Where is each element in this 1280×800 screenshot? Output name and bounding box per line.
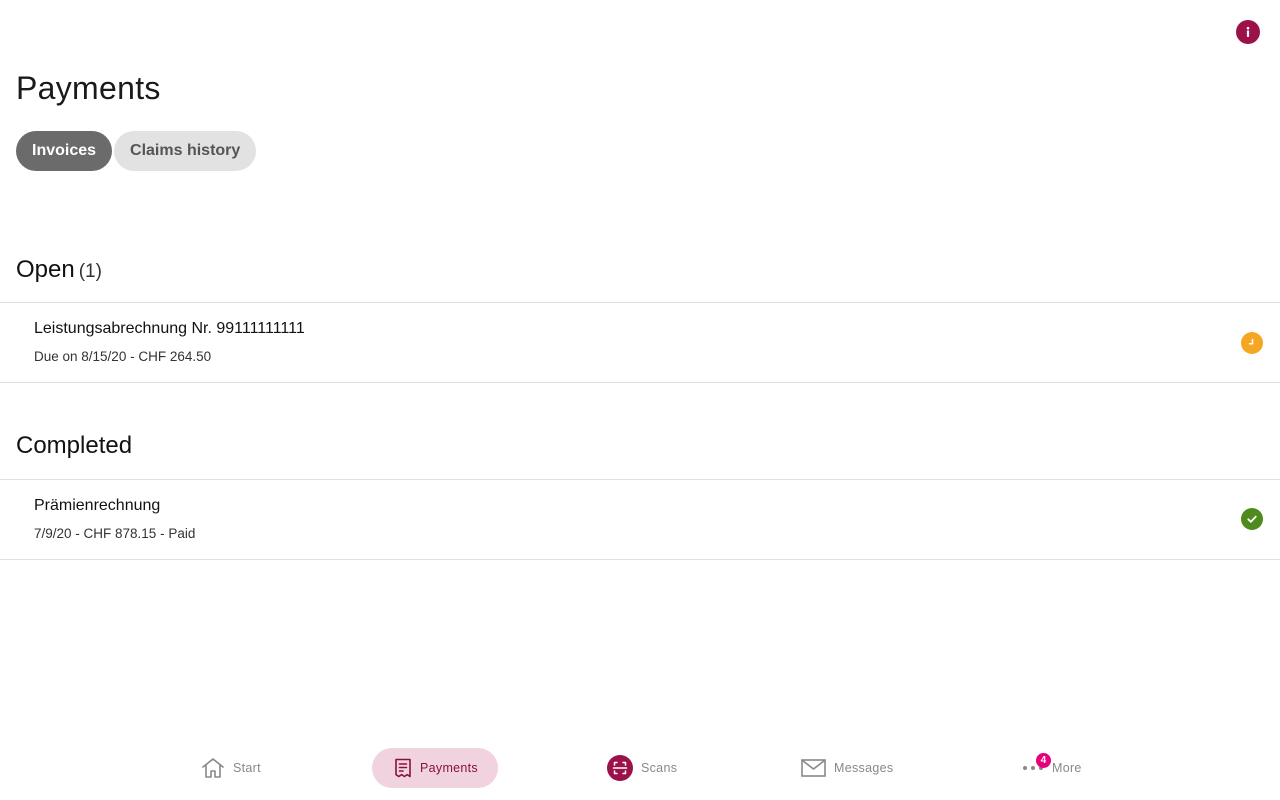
payments-page: Payments Invoices Claims history Open (1)… — [0, 0, 1280, 800]
notification-badge: 4 — [1036, 753, 1051, 768]
open-section-count: (1) — [78, 261, 102, 282]
nav-item-scans[interactable]: Scans — [607, 748, 677, 788]
nav-label-more: More — [1052, 761, 1082, 775]
nav-item-messages[interactable]: Messages — [801, 748, 893, 788]
check-icon — [1241, 508, 1263, 530]
divider — [0, 382, 1280, 383]
receipt-icon — [394, 758, 412, 778]
divider — [0, 559, 1280, 560]
info-icon — [1246, 26, 1250, 37]
nav-label-messages: Messages — [834, 761, 894, 775]
nav-label-payments: Payments — [420, 761, 478, 775]
invoice-title: Leistungsabrechnung Nr. 99111111111 — [34, 320, 305, 337]
list-item[interactable]: Leistungsabrechnung Nr. 99111111111 Due … — [0, 303, 1280, 382]
bottom-nav: Start Payments Scans Messages 4 More — [0, 746, 1280, 790]
open-section-label: Open — [16, 256, 75, 283]
completed-section-title: Completed — [16, 432, 133, 459]
open-section-title: Open (1) — [16, 256, 102, 284]
nav-item-start[interactable]: Start — [201, 748, 261, 788]
invoice-subtitle: 7/9/20 - CHF 878.15 - Paid — [34, 526, 196, 541]
invoice-subtitle: Due on 8/15/20 - CHF 264.50 — [34, 349, 212, 364]
page-title: Payments — [16, 70, 161, 106]
home-icon — [201, 757, 225, 779]
envelope-icon — [801, 759, 826, 777]
nav-item-more[interactable]: 4 More — [1022, 748, 1082, 788]
nav-label-scans: Scans — [641, 761, 678, 775]
clock-icon — [1241, 332, 1263, 354]
nav-item-payments[interactable]: Payments — [372, 748, 498, 788]
more-dots-icon: 4 — [1022, 753, 1051, 771]
scan-icon — [607, 755, 633, 781]
invoice-title: Prämienrechnung — [34, 497, 161, 514]
tab-claims-history[interactable]: Claims history — [114, 131, 257, 171]
tab-invoices[interactable]: Invoices — [16, 131, 113, 171]
list-item[interactable]: Prämienrechnung 7/9/20 - CHF 878.15 - Pa… — [0, 480, 1280, 559]
info-button[interactable] — [1236, 20, 1260, 44]
nav-label-start: Start — [233, 761, 261, 775]
tab-bar: Invoices Claims history — [16, 131, 257, 171]
